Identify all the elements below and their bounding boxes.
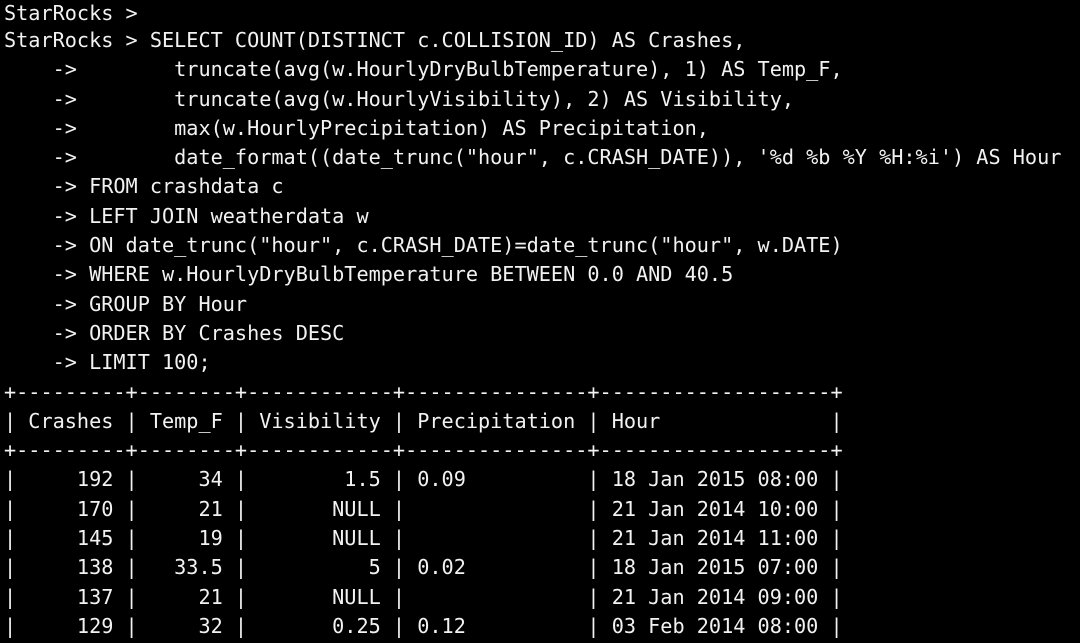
table-row: | 129 | 32 | 0.25 | 0.12 | 03 Feb 2014 0… — [4, 613, 843, 638]
table-row: | 137 | 21 | NULL | | 21 Jan 2014 09:00 … — [4, 584, 843, 609]
table-border-top: +---------+--------+------------+-------… — [4, 379, 843, 404]
sql-continuation-line: -> truncate(avg(w.HourlyVisibility), 2) … — [4, 86, 795, 111]
sql-select-line: StarRocks > SELECT COUNT(DISTINCT c.COLL… — [4, 28, 746, 52]
table-row: | 145 | 19 | NULL | | 21 Jan 2014 11:00 … — [4, 526, 843, 551]
sql-continuation-line: -> truncate(avg(w.HourlyDryBulbTemperatu… — [4, 57, 843, 82]
sql-continuation-line: -> date_format((date_trunc("hour", c.CRA… — [4, 145, 1062, 170]
sql-order-by-line: -> ORDER BY Crashes DESC — [4, 320, 345, 345]
table-header-divider: +---------+--------+------------+-------… — [4, 438, 843, 463]
sql-limit-line: -> LIMIT 100; — [4, 350, 211, 375]
prompt-line: StarRocks > — [4, 1, 138, 25]
terminal-window[interactable]: StarRocks > StarRocks > SELECT COUNT(DIS… — [0, 0, 1080, 643]
table-row: | 170 | 21 | NULL | | 21 Jan 2014 10:00 … — [4, 496, 843, 521]
sql-from-line: -> FROM crashdata c — [4, 174, 284, 199]
table-header-row: | Crashes | Temp_F | Visibility | Precip… — [4, 408, 843, 433]
sql-where-line: -> WHERE w.HourlyDryBulbTemperature BETW… — [4, 262, 734, 287]
table-row: | 138 | 33.5 | 5 | 0.02 | 18 Jan 2015 07… — [4, 555, 843, 580]
table-row: | 192 | 34 | 1.5 | 0.09 | 18 Jan 2015 08… — [4, 467, 843, 492]
sql-on-line: -> ON date_trunc("hour", c.CRASH_DATE)=d… — [4, 233, 843, 258]
sql-join-line: -> LEFT JOIN weatherdata w — [4, 203, 369, 228]
sql-continuation-line: -> max(w.HourlyPrecipitation) AS Precipi… — [4, 115, 709, 140]
sql-group-by-line: -> GROUP BY Hour — [4, 291, 248, 316]
